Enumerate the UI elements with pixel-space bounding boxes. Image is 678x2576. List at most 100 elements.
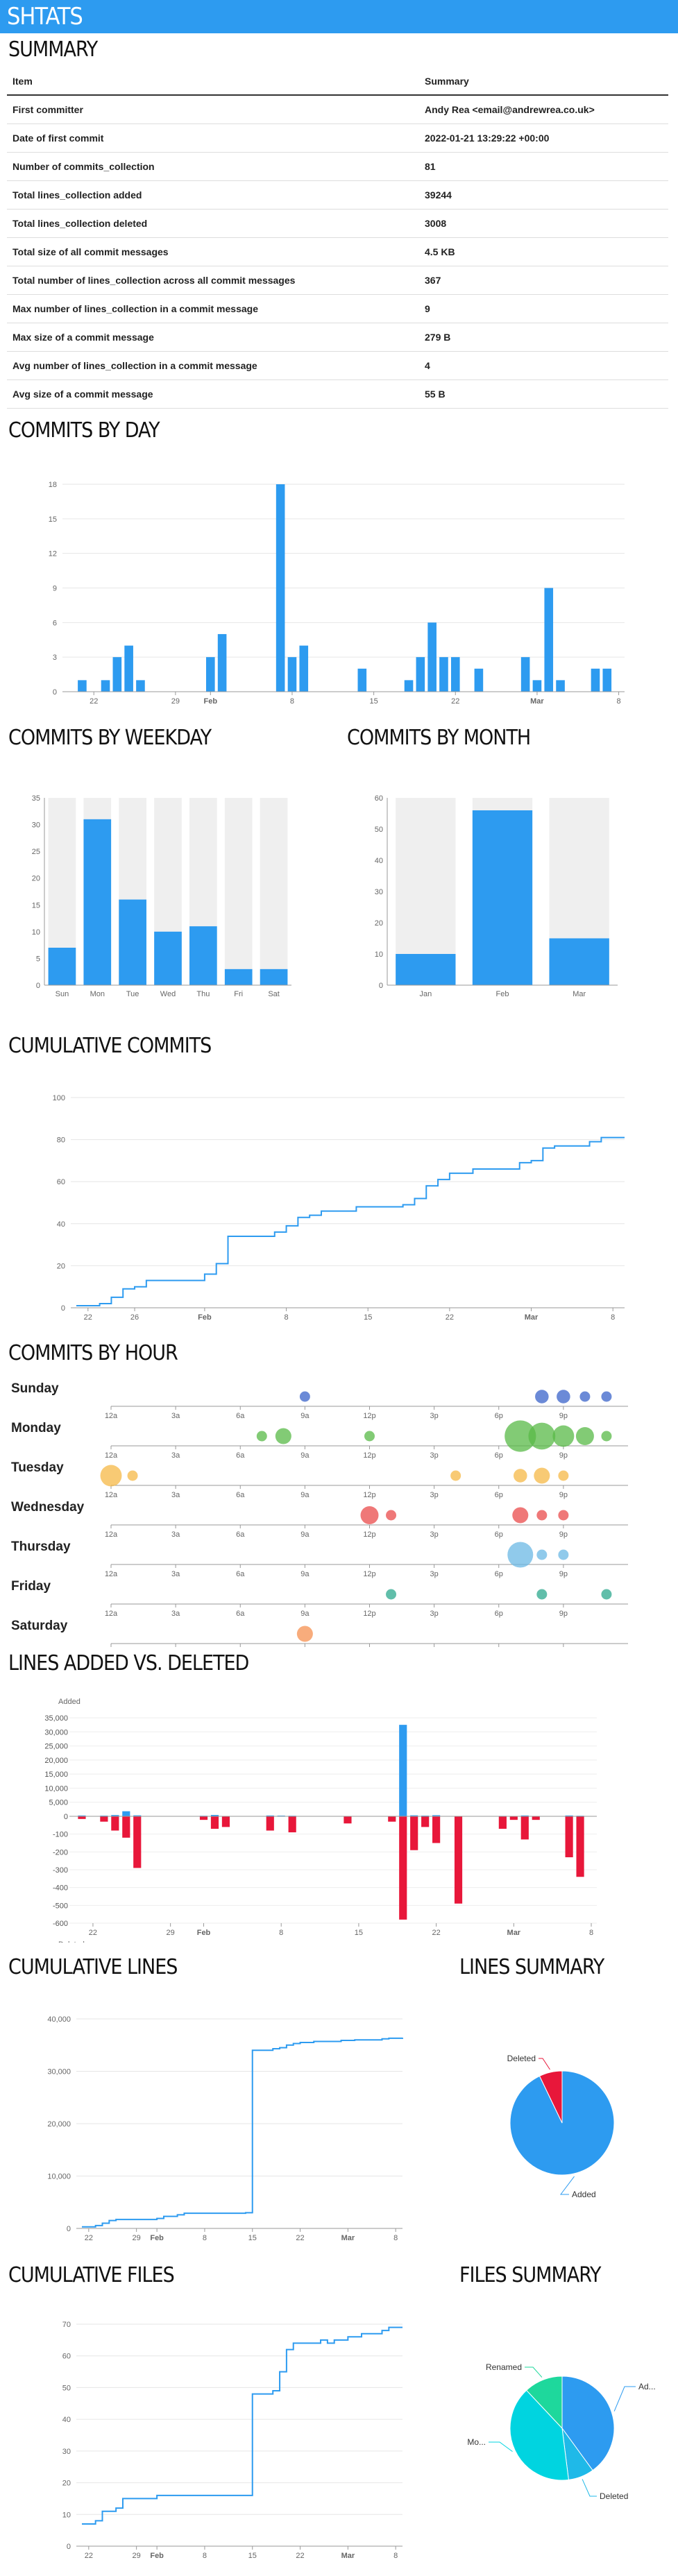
hour-bubble	[386, 1589, 397, 1600]
deleted-bar	[410, 1816, 418, 1850]
lines-summary-pie: Added Deleted	[507, 2054, 615, 2199]
x-tick-label: 8	[203, 2234, 207, 2242]
x-tick-label: 22	[451, 697, 459, 706]
x-tick-label: 12p	[363, 1530, 375, 1539]
x-tick-label: 6p	[495, 1451, 503, 1460]
y-tick-label: 30	[375, 888, 383, 896]
x-tick-label: Sun	[56, 990, 69, 998]
y-tick-label: 10	[375, 950, 383, 959]
summary-value: 367	[419, 266, 668, 295]
hour-bubble	[575, 1427, 594, 1445]
x-tick-label: Sat	[268, 990, 280, 998]
x-tick-label: 3a	[171, 1610, 180, 1618]
y-tick-label: 20	[62, 2480, 71, 2488]
hour-bubble	[100, 1465, 122, 1487]
x-tick-label: Mar	[525, 1313, 539, 1322]
y-tick-label: 20	[32, 875, 40, 883]
cumulative-files-chart: 0 10 20 30 40 50 60 70 22 29 Feb 8 15 22 Mar 8	[62, 2321, 402, 2560]
x-tick-label: 3p	[430, 1491, 439, 1499]
y-tick-label: 12	[49, 550, 57, 558]
deleted-bar	[532, 1816, 540, 1820]
pie-label-leader	[582, 2479, 597, 2497]
x-tick-label: 3p	[430, 1412, 439, 1420]
y-tick-label: 40	[57, 1220, 65, 1229]
bar	[119, 899, 146, 985]
deleted-bar	[509, 1816, 518, 1820]
deleted-bar	[432, 1816, 441, 1843]
x-tick-label: 6p	[495, 1491, 503, 1499]
x-tick-label: 8	[589, 1929, 593, 1937]
deleted-bar	[199, 1816, 208, 1820]
cumulative-files-heading: CUMULATIVE FILES	[8, 2263, 175, 2287]
x-tick-label: 9a	[300, 1570, 310, 1578]
bar	[544, 588, 554, 692]
x-tick-label: Wed	[160, 990, 176, 998]
bar	[78, 680, 87, 692]
hour-bubble	[558, 1510, 569, 1521]
x-tick-label: 12p	[363, 1610, 375, 1618]
y-tick-label: 60	[375, 794, 383, 803]
cumulative-lines-heading: CUMULATIVE LINES	[8, 1955, 178, 1979]
x-tick-label: 9a	[300, 1491, 310, 1499]
col-summary: Summary	[419, 68, 668, 96]
x-tick-label: Mar	[573, 990, 586, 998]
x-tick-label: 6a	[236, 1530, 245, 1539]
bar-background	[260, 798, 288, 985]
x-tick-label: 8	[611, 1313, 615, 1322]
y-tick-label: 40	[62, 2416, 71, 2424]
x-tick-label: Mar	[341, 2234, 355, 2242]
hour-bubble	[601, 1391, 612, 1402]
bar	[217, 633, 227, 692]
x-tick-label: 12a	[105, 1451, 118, 1460]
deleted-bar	[344, 1816, 352, 1824]
bar	[556, 680, 565, 692]
summary-item: Max number of lines_collection in a comm…	[7, 294, 419, 323]
hour-bubble	[507, 1542, 534, 1568]
x-tick-label: 15	[369, 697, 378, 706]
x-tick-label: 22	[90, 697, 98, 706]
y-tick-label: 40,000	[47, 2015, 71, 2024]
y-tick-label: 3	[53, 654, 57, 662]
x-tick-label: 8	[617, 697, 621, 706]
x-tick-label: 6p	[495, 1412, 503, 1420]
summary-item: Date of first commit	[7, 123, 419, 153]
hour-bubble	[528, 1422, 556, 1450]
y-tick-label: 20	[375, 919, 383, 928]
x-tick-label: Thu	[196, 990, 210, 998]
hour-bubble	[558, 1549, 569, 1560]
bar	[357, 668, 367, 692]
x-tick-label: 6p	[495, 1570, 503, 1578]
bar	[404, 680, 414, 692]
x-tick-label: 6a	[236, 1570, 245, 1578]
x-tick-label: 12p	[363, 1412, 375, 1420]
summary-row: Total lines_collection deleted 3008	[7, 209, 668, 238]
y-tick-label: 80	[57, 1136, 65, 1145]
bar	[472, 810, 533, 985]
y-tick-label: 60	[62, 2353, 71, 2361]
bar	[299, 645, 309, 692]
bar	[136, 680, 145, 692]
y-tick-label: 15	[49, 515, 57, 524]
pie-label: Added	[572, 2190, 596, 2199]
bar	[189, 926, 217, 985]
summary-heading: SUMMARY	[8, 37, 98, 62]
commits-by-weekday-heading: COMMITS BY WEEKDAY	[8, 726, 212, 750]
x-tick-label: 9p	[559, 1451, 568, 1460]
pie-label-leader	[613, 2386, 636, 2412]
hour-bubble	[514, 1469, 527, 1483]
summary-item: Total size of all commit messages	[7, 237, 419, 266]
app-header: SHTATS	[0, 0, 678, 33]
x-tick-label: 22	[296, 2552, 304, 2560]
summary-table: Item Summary First committer Andy Rea <em…	[7, 68, 668, 409]
hour-bubble	[536, 1549, 548, 1560]
y-tick-label: 10	[62, 2511, 71, 2519]
commits-by-month-chart: 0 10 20 30 40 50 60 Jan Feb Mar	[375, 794, 618, 998]
deleted-bar	[210, 1816, 219, 1829]
y-tick-label: -600	[53, 1920, 68, 1928]
y-tick-label: 0	[36, 982, 40, 990]
y-tick-label: 100	[53, 1094, 65, 1102]
y-tick-label: 50	[62, 2384, 71, 2392]
summary-item: First committer	[7, 95, 419, 124]
y-tick-label: 15	[32, 901, 40, 910]
x-tick-label: 22	[85, 2552, 93, 2560]
